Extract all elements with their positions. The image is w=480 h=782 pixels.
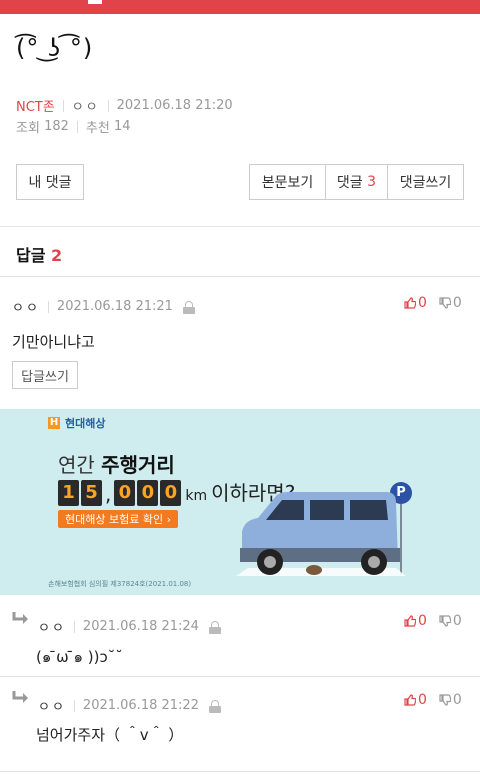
comment-meta: ㅇㅇ 2021.06.18 21:22 (38, 696, 221, 715)
ad-brand-name: 현대해상 (65, 417, 106, 430)
my-comments-button[interactable]: 내 댓글 (16, 164, 84, 200)
ad-brand-logo: H 현대해상 (48, 415, 105, 431)
downvote-button[interactable]: 0 (439, 295, 462, 311)
divider (107, 99, 109, 112)
ad-headline: 연간 주행거리 (58, 449, 175, 478)
lock-icon (208, 620, 221, 634)
downvote-count: 0 (452, 692, 462, 708)
view-post-button[interactable]: 본문보기 (250, 165, 326, 199)
mileage-unit: km (185, 488, 208, 504)
write-comment-button[interactable]: 댓글쓰기 (388, 165, 463, 199)
thumbs-down-icon (439, 615, 451, 627)
comment-votes: 0 0 (404, 692, 462, 708)
post-actions: 본문보기 댓글 3 댓글쓰기 (249, 164, 464, 200)
comment-votes: 0 0 (404, 613, 462, 629)
upvote-button[interactable]: 0 (404, 613, 427, 629)
thumbs-up-icon (404, 297, 416, 309)
comment-author: ㅇㅇ (38, 621, 66, 636)
mileage-comma: , (105, 482, 112, 506)
comment-meta: ㅇㅇ 2021.06.18 21:24 (38, 617, 221, 636)
replies-count: 2 (51, 246, 63, 265)
mileage-digit: 5 (81, 480, 102, 506)
comment-datetime: 2021.06.18 21:24 (82, 619, 199, 634)
divider (73, 620, 75, 633)
divider (62, 99, 64, 112)
downvote-count: 0 (452, 295, 462, 311)
comment-author: ㅇㅇ (38, 700, 66, 715)
post-title: (͡° ͜ʖ ͡°) (16, 34, 94, 62)
divider (0, 771, 480, 772)
comment-datetime: 2021.06.18 21:22 (82, 698, 199, 713)
ad-cta-button[interactable]: 현대해상 보험료 확인 › (58, 510, 178, 528)
comment-body: 기만아니냐고 (12, 333, 95, 351)
post-datetime: 2021.06.18 21:20 (116, 98, 233, 113)
views-count: 182 (44, 119, 69, 134)
post-stats: 조회 182 추천 14 (16, 117, 131, 136)
upvote-count: 0 (418, 295, 427, 311)
upvote-count: 0 (418, 613, 427, 629)
thumbs-up-icon (404, 615, 416, 627)
comment-author: ㅇㅇ (12, 301, 40, 316)
lock-icon (182, 300, 195, 314)
upvote-count: 0 (418, 692, 427, 708)
mileage-digit: 0 (114, 480, 136, 506)
comments-button[interactable]: 댓글 3 (326, 165, 388, 199)
ad-headline-a: 연간 (58, 453, 95, 477)
post-meta: NCT존 ㅇㅇ 2021.06.18 21:20 (16, 96, 233, 115)
divider (47, 300, 49, 313)
board-name[interactable]: NCT존 (16, 96, 55, 115)
downvote-button[interactable]: 0 (439, 613, 462, 629)
top-bar-tab (88, 0, 102, 4)
divider (73, 699, 75, 712)
divider (76, 120, 78, 133)
ad-disclaimer: 손해보험협회 심의필 제37824호(2021.01.08) (48, 580, 192, 588)
recommend-count: 14 (113, 119, 131, 134)
downvote-button[interactable]: 0 (439, 692, 462, 708)
comment-body: 넘어가주자（ ＾v＾ ） (36, 726, 184, 744)
divider (0, 676, 480, 677)
downvote-count: 0 (452, 613, 462, 629)
thumbs-down-icon (439, 297, 451, 309)
recommend-label: 추천 (85, 121, 110, 136)
reply-arrow-icon (12, 612, 28, 624)
lock-icon (208, 699, 221, 713)
divider (0, 226, 480, 227)
comments-count: 3 (367, 174, 377, 190)
upvote-button[interactable]: 0 (404, 692, 427, 708)
hyundai-logo-icon: H (48, 417, 60, 429)
thumbs-up-icon (404, 694, 416, 706)
mileage-digit: 0 (160, 480, 182, 506)
comments-label: 댓글 (336, 175, 363, 191)
comment-votes: 0 0 (404, 295, 462, 311)
divider (0, 276, 480, 277)
ad-headline-b: 주행거리 (101, 453, 175, 477)
replies-header: 답글 2 (16, 242, 62, 266)
write-reply-button[interactable]: 답글쓰기 (12, 361, 78, 389)
mileage-digit: 0 (137, 480, 159, 506)
post-author: ㅇㅇ (71, 100, 100, 115)
top-bar (0, 0, 480, 14)
ad-banner[interactable]: H 현대해상 연간 주행거리 1 5 , 0 0 0 km 이하라면? 현대해상… (0, 409, 480, 595)
mileage-digit: 1 (58, 480, 79, 506)
reply-arrow-icon (12, 691, 28, 703)
comment-body: (๑ ̄ω ̄๑ ))ɔ˘˘ (36, 648, 123, 666)
views-label: 조회 (16, 121, 40, 136)
comment-datetime: 2021.06.18 21:21 (56, 299, 173, 314)
replies-label: 답글 (16, 246, 46, 265)
upvote-button[interactable]: 0 (404, 295, 427, 311)
thumbs-down-icon (439, 694, 451, 706)
car-illustration (236, 492, 406, 576)
comment-meta: ㅇㅇ 2021.06.18 21:21 (12, 297, 195, 316)
